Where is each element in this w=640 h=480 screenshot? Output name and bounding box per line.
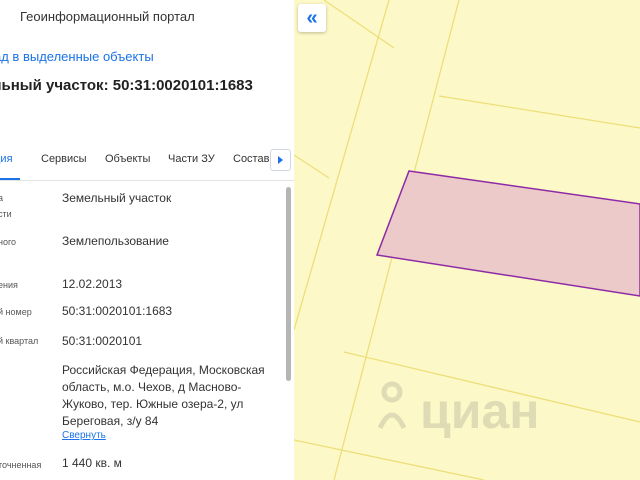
attr-label-area: точненная xyxy=(0,460,42,470)
attr-value-cadastral-block: 50:31:0020101 xyxy=(62,334,143,348)
double-chevron-left-icon: « xyxy=(306,7,318,29)
tab-bar: ация Сервисы Объекты Части ЗУ Состав xyxy=(0,146,294,181)
menu-icon[interactable] xyxy=(0,11,2,23)
object-title: льный участок: 50:31:0020101:1683 xyxy=(0,77,253,94)
tab-services[interactable]: Сервисы xyxy=(41,153,87,165)
tab-objects[interactable]: Объекты xyxy=(105,153,150,165)
portal-title: Геоинформационный портал xyxy=(20,9,195,24)
attr-label-type: а xyxy=(0,193,4,203)
selected-parcel[interactable] xyxy=(375,170,640,297)
attributes-list: а сти Земельный участок ного Землепользо… xyxy=(0,182,284,480)
info-panel: Геоинформационный портал ад в выделенные… xyxy=(0,0,294,480)
collapse-panel-button[interactable]: « xyxy=(298,4,326,32)
attr-label-type-2: сти xyxy=(0,209,12,219)
attr-value-address: Российская Федерация, Московская область… xyxy=(62,363,265,428)
attr-label-kind: ного xyxy=(0,237,17,247)
map-boundary-line xyxy=(294,154,330,179)
tab-parts[interactable]: Части ЗУ xyxy=(168,153,215,165)
panel-scrollbar-thumb[interactable] xyxy=(286,187,291,381)
tab-information[interactable]: ация xyxy=(0,153,13,165)
attr-label-cadastral-block: й квартал xyxy=(0,336,39,346)
map-boundary-line xyxy=(323,0,395,49)
attr-label-date: ения xyxy=(0,280,18,290)
map-boundary-line xyxy=(294,439,485,480)
attr-value-kind: Землепользование xyxy=(62,234,169,248)
collapse-address-link[interactable]: Свернуть xyxy=(62,430,106,441)
map-boundary-line xyxy=(343,351,640,423)
tabs-scroll-right-button[interactable] xyxy=(270,149,291,171)
map-canvas xyxy=(294,0,640,480)
attr-value-area: 1 440 кв. м xyxy=(62,456,122,470)
attr-value-cadastral-number: 50:31:0020101:1683 xyxy=(62,304,173,318)
attr-label-cadastral-number: й номер xyxy=(0,307,32,317)
active-tab-indicator xyxy=(0,178,20,180)
chevron-right-icon xyxy=(278,156,283,164)
tab-composition[interactable]: Состав xyxy=(233,153,269,165)
map-boundary-line xyxy=(438,95,640,129)
map-view[interactable] xyxy=(294,0,640,480)
back-to-selected-link[interactable]: ад в выделенные объекты xyxy=(0,49,154,64)
attr-value-type: Земельный участок xyxy=(62,191,172,205)
attr-value-date: 12.02.2013 xyxy=(62,277,123,291)
